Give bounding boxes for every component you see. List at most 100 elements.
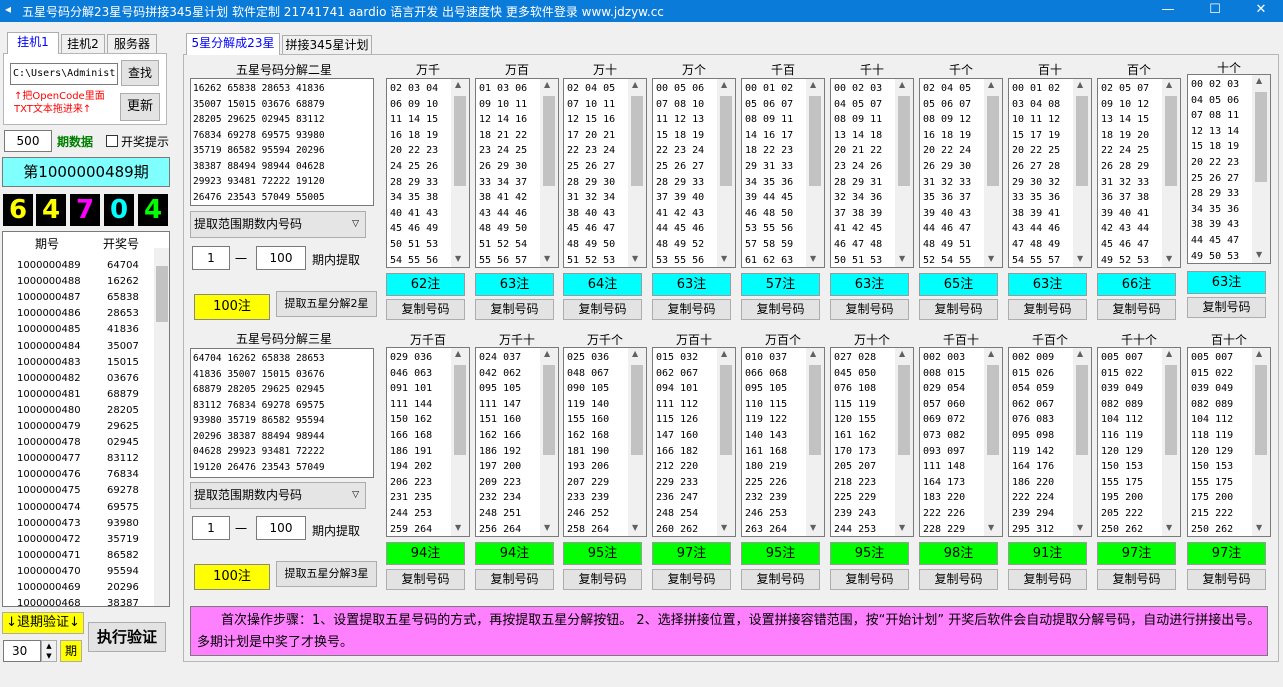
- sec2-column-numbers[interactable]: 02 05 07 09 10 12 13 14 15 18 19 20 22 24 25…: [1097, 78, 1181, 268]
- scroll-down-icon[interactable]: ▼: [810, 523, 816, 532]
- scroll-down-icon[interactable]: ▼: [988, 254, 994, 263]
- column-scrollbar[interactable]: ▲ ▼: [1162, 79, 1180, 267]
- scroll-up-icon[interactable]: ▲: [899, 80, 905, 89]
- sec2-column-numbers[interactable]: 02 03 04 06 09 10 11 14 15 16 18 19 20 22 23…: [386, 78, 470, 268]
- scroll-up-icon[interactable]: ▲: [1077, 80, 1083, 89]
- column-scrollbar[interactable]: ▲ ▼: [984, 79, 1002, 267]
- sec2-column-numbers[interactable]: 00 01 02 03 04 08 10 11 12 15 17 19 20 22 25…: [1008, 78, 1092, 268]
- scroll-up-icon[interactable]: ▲: [1256, 349, 1262, 358]
- copy-numbers-button[interactable]: 复制号码: [1008, 569, 1087, 590]
- sec2-column-numbers[interactable]: 01 03 06 09 10 11 12 14 16 18 21 22 23 24 25…: [475, 78, 559, 268]
- verify-stepper[interactable]: ▲ ▼: [41, 640, 57, 662]
- history-row-period[interactable]: 1000000479: [17, 419, 81, 435]
- scroll-thumb[interactable]: [809, 365, 821, 455]
- history-scrollbar[interactable]: [154, 248, 169, 606]
- scroll-up-icon[interactable]: ▲: [455, 349, 461, 358]
- scroll-thumb[interactable]: [809, 96, 821, 186]
- scroll-thumb[interactable]: [543, 365, 555, 455]
- scroll-down-icon[interactable]: ▼: [455, 523, 461, 532]
- column-scrollbar[interactable]: ▲ ▼: [806, 79, 824, 267]
- execute-verify-button[interactable]: 执行验证: [88, 622, 166, 652]
- column-scrollbar[interactable]: ▲ ▼: [540, 79, 558, 267]
- scroll-up-icon[interactable]: ▲: [988, 349, 994, 358]
- copy-numbers-button[interactable]: 复制号码: [741, 569, 820, 590]
- scroll-up-icon[interactable]: ▲: [1166, 349, 1172, 358]
- sec3-column-numbers[interactable]: 005 007 015 022 039 049 082 089 104 112 116 1…: [1097, 347, 1181, 537]
- file-path-input[interactable]: C:\Users\Administ: [10, 63, 118, 85]
- column-scrollbar[interactable]: ▲ ▼: [1073, 348, 1091, 536]
- scroll-thumb[interactable]: [898, 365, 910, 455]
- copy-numbers-button[interactable]: 复制号码: [475, 299, 554, 320]
- column-scrollbar[interactable]: ▲ ▼: [717, 348, 735, 536]
- copy-numbers-button[interactable]: 复制号码: [919, 569, 998, 590]
- scroll-down-icon[interactable]: ▼: [544, 254, 550, 263]
- history-row-period[interactable]: 1000000475: [17, 483, 81, 499]
- column-scrollbar[interactable]: ▲ ▼: [540, 348, 558, 536]
- scroll-up-icon[interactable]: ▲: [1166, 80, 1172, 89]
- scroll-thumb[interactable]: [720, 96, 732, 186]
- scroll-down-icon[interactable]: ▼: [1256, 250, 1262, 259]
- sec3-from-input[interactable]: 1: [192, 516, 230, 540]
- scroll-down-icon[interactable]: ▼: [988, 523, 994, 532]
- scroll-down-icon[interactable]: ▼: [1256, 523, 1262, 532]
- history-row-period[interactable]: 1000000481: [17, 387, 81, 403]
- sec2-column-numbers[interactable]: 00 02 03 04 05 07 08 09 11 13 14 18 20 21 22…: [830, 78, 914, 268]
- sec3-column-numbers[interactable]: 029 036 046 063 091 101 111 144 150 162 166 1…: [386, 347, 470, 537]
- scroll-down-icon[interactable]: ▼: [899, 523, 905, 532]
- sec2-extract-button[interactable]: 提取五星分解2星: [276, 291, 377, 317]
- scroll-up-icon[interactable]: ▲: [721, 349, 727, 358]
- scroll-up-icon[interactable]: ▲: [455, 80, 461, 89]
- sec2-column-numbers[interactable]: 00 05 06 07 08 10 11 12 13 15 18 19 22 23 24…: [652, 78, 736, 268]
- sec3-column-numbers[interactable]: 015 032 062 067 094 101 111 112 115 126 147 1…: [652, 347, 736, 537]
- history-row-number[interactable]: 68879: [107, 387, 139, 403]
- scroll-thumb[interactable]: [1076, 365, 1088, 455]
- sec2-column-numbers[interactable]: 00 02 03 04 05 06 07 08 11 12 13 14 15 18 19…: [1187, 74, 1271, 264]
- history-row-number[interactable]: 41836: [107, 322, 139, 338]
- history-row-number[interactable]: 03676: [107, 371, 139, 387]
- sec2-column-numbers[interactable]: 00 01 02 05 06 07 08 09 11 14 16 17 18 22 23…: [741, 78, 825, 268]
- column-scrollbar[interactable]: ▲ ▼: [1252, 75, 1270, 263]
- tab-server[interactable]: 服务器: [107, 34, 157, 54]
- history-row-period[interactable]: 1000000480: [17, 403, 81, 419]
- scroll-up-icon[interactable]: ▲: [810, 349, 816, 358]
- sec2-to-input[interactable]: 100: [256, 246, 306, 270]
- verify-count-input[interactable]: 30: [3, 640, 41, 662]
- find-button[interactable]: 查找: [121, 60, 159, 86]
- history-row-period[interactable]: 1000000484: [17, 339, 81, 355]
- history-row-number[interactable]: 15015: [107, 355, 139, 371]
- history-row-number[interactable]: 69278: [107, 483, 139, 499]
- column-scrollbar[interactable]: ▲ ▼: [895, 79, 913, 267]
- history-row-number[interactable]: 28653: [107, 306, 139, 322]
- history-row-number[interactable]: 76834: [107, 467, 139, 483]
- copy-numbers-button[interactable]: 复制号码: [652, 299, 731, 320]
- history-row-period[interactable]: 1000000472: [17, 532, 81, 548]
- history-row-period[interactable]: 1000000485: [17, 322, 81, 338]
- sec3-column-numbers[interactable]: 002 009 015 026 054 059 062 067 076 083 095 0…: [1008, 347, 1092, 537]
- history-scroll-thumb[interactable]: [156, 266, 168, 322]
- history-row-number[interactable]: 95594: [107, 564, 139, 580]
- scroll-up-icon[interactable]: ▲: [899, 349, 905, 358]
- copy-numbers-button[interactable]: 复制号码: [475, 569, 554, 590]
- scroll-down-icon[interactable]: ▼: [1166, 523, 1172, 532]
- scroll-thumb[interactable]: [1255, 92, 1267, 182]
- scroll-up-icon[interactable]: ▲: [988, 80, 994, 89]
- history-row-period[interactable]: 1000000468: [17, 596, 81, 606]
- maximize-button[interactable]: ☐: [1192, 0, 1238, 22]
- copy-numbers-button[interactable]: 复制号码: [1187, 297, 1266, 318]
- copy-numbers-button[interactable]: 复制号码: [830, 569, 909, 590]
- history-row-period[interactable]: 1000000469: [17, 580, 81, 596]
- copy-numbers-button[interactable]: 复制号码: [741, 299, 820, 320]
- scroll-thumb[interactable]: [631, 96, 643, 186]
- scroll-down-icon[interactable]: ▼: [721, 254, 727, 263]
- column-scrollbar[interactable]: ▲ ▼: [895, 348, 913, 536]
- copy-numbers-button[interactable]: 复制号码: [652, 569, 731, 590]
- scroll-up-icon[interactable]: ▲: [544, 80, 550, 89]
- scroll-down-icon[interactable]: ▼: [1077, 523, 1083, 532]
- history-row-number[interactable]: 20296: [107, 580, 139, 596]
- scroll-thumb[interactable]: [543, 96, 555, 186]
- history-row-number[interactable]: 16262: [107, 274, 139, 290]
- history-row-period[interactable]: 1000000489: [17, 258, 81, 274]
- column-scrollbar[interactable]: ▲ ▼: [1162, 348, 1180, 536]
- sec3-column-numbers[interactable]: 025 036 048 067 090 105 119 140 155 160 162 1…: [563, 347, 647, 537]
- period-count-input[interactable]: 500: [4, 130, 52, 152]
